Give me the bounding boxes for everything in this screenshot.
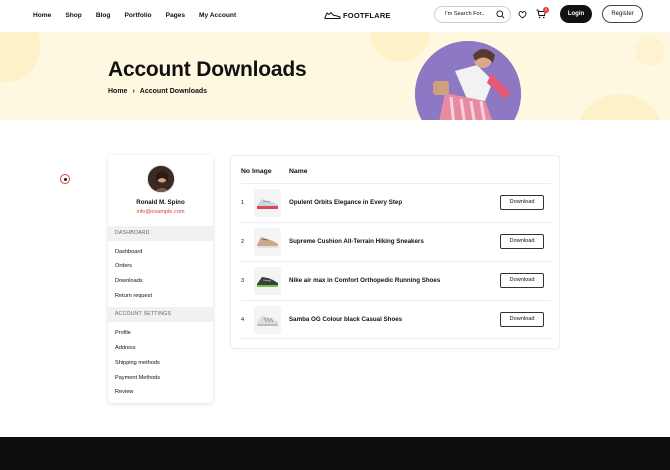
- decorative-blob: [0, 32, 40, 82]
- page-title: Account Downloads: [108, 58, 307, 81]
- row-number: 2: [241, 239, 245, 245]
- row-number: 4: [241, 317, 245, 323]
- column-header-name: Name: [289, 168, 308, 175]
- sidebar-item-profile[interactable]: Profile: [115, 330, 131, 336]
- breadcrumb: Home › Account Downloads: [108, 88, 207, 95]
- search-box: [434, 6, 511, 23]
- nav-portfolio[interactable]: Portfolio: [124, 12, 151, 19]
- shoe-logo-icon: [324, 11, 341, 19]
- breadcrumb-current: Account Downloads: [139, 88, 208, 95]
- product-thumbnail: [254, 228, 281, 256]
- product-name: Opulent Orbits Elegance in Every Step: [289, 199, 403, 206]
- table-row: 4 Samba OG Colour black Casual Shoes Dow…: [241, 300, 551, 339]
- account-settings-section-heading: ACCOUNT SETTINGS: [108, 307, 213, 322]
- sidebar-item-payment-methods[interactable]: Payment Methods: [115, 375, 160, 381]
- search-input[interactable]: [445, 11, 501, 17]
- sidebar-item-dashboard[interactable]: Dashboard: [115, 249, 142, 255]
- sidebar-item-shipping-methods[interactable]: Shipping methods: [115, 360, 160, 366]
- product-name: Samba OG Colour black Casual Shoes: [289, 316, 403, 323]
- breadcrumb-home[interactable]: Home: [108, 88, 127, 95]
- row-number: 3: [241, 278, 245, 284]
- profile-email[interactable]: info@example.com: [108, 209, 213, 215]
- page-hero: Account Downloads Home › Account Downloads: [0, 32, 670, 120]
- download-button[interactable]: Download: [500, 312, 544, 327]
- product-thumbnail: [254, 267, 281, 295]
- dashboard-section-heading: DASHBOARD: [108, 226, 213, 241]
- column-header-no-image: No Image: [241, 168, 272, 175]
- sidebar-item-downloads[interactable]: Downloads: [115, 278, 143, 284]
- table-row: 2 Supreme Cushion All-Terrain Hiking Sne…: [241, 222, 551, 261]
- side-scroll-indicator[interactable]: [60, 174, 70, 184]
- logo-text: FOOTFLARE: [343, 10, 391, 20]
- download-button[interactable]: Download: [500, 273, 544, 288]
- sidebar-item-orders[interactable]: Orders: [115, 263, 132, 269]
- decorative-blob: [635, 36, 665, 66]
- site-footer: [0, 437, 670, 470]
- search-icon[interactable]: [496, 10, 505, 19]
- nav-pages[interactable]: Pages: [166, 12, 185, 19]
- table-row: 3 Nike air max in Comfort Orthopedic Run…: [241, 261, 551, 300]
- decorative-blob: [370, 32, 430, 62]
- nav-shop[interactable]: Shop: [65, 12, 81, 19]
- nav-home[interactable]: Home: [33, 12, 51, 19]
- sidebar-item-review[interactable]: Review: [115, 389, 133, 395]
- product-thumbnail: [254, 306, 281, 334]
- wishlist-heart-icon[interactable]: [518, 10, 527, 19]
- sidebar-item-address[interactable]: Address: [115, 345, 136, 351]
- nav-my-account[interactable]: My Account: [199, 12, 236, 19]
- site-logo[interactable]: FOOTFLARE: [324, 10, 391, 20]
- decorative-blob: [575, 94, 665, 120]
- sidebar-item-return-request[interactable]: Return request: [115, 293, 152, 299]
- product-name: Supreme Cushion All-Terrain Hiking Sneak…: [289, 238, 424, 245]
- download-button[interactable]: Download: [500, 234, 544, 249]
- site-header: Home Shop Blog Portfolio Pages My Accoun…: [0, 0, 670, 32]
- product-name: Nike air max in Comfort Orthopedic Runni…: [289, 277, 441, 284]
- breadcrumb-separator: ›: [132, 88, 135, 95]
- download-button[interactable]: Download: [500, 195, 544, 210]
- product-thumbnail: [254, 189, 281, 217]
- downloads-table: No Image Name 1 Opulent Orbits Elegance …: [230, 155, 560, 349]
- table-row: 1 Opulent Orbits Elegance in Every Step …: [241, 183, 551, 222]
- cart-count-badge: 0: [543, 7, 549, 13]
- hero-model-image: [415, 41, 521, 120]
- avatar: [147, 165, 175, 193]
- account-sidebar: Ronald M. Spino info@example.com DASHBOA…: [108, 155, 213, 403]
- profile-name: Ronald M. Spino: [136, 199, 185, 206]
- nav-blog[interactable]: Blog: [96, 12, 111, 19]
- login-button[interactable]: Login: [560, 5, 592, 23]
- main-nav: Home Shop Blog Portfolio Pages My Accoun…: [33, 12, 250, 19]
- row-number: 1: [241, 200, 245, 206]
- register-button[interactable]: Register: [602, 5, 643, 23]
